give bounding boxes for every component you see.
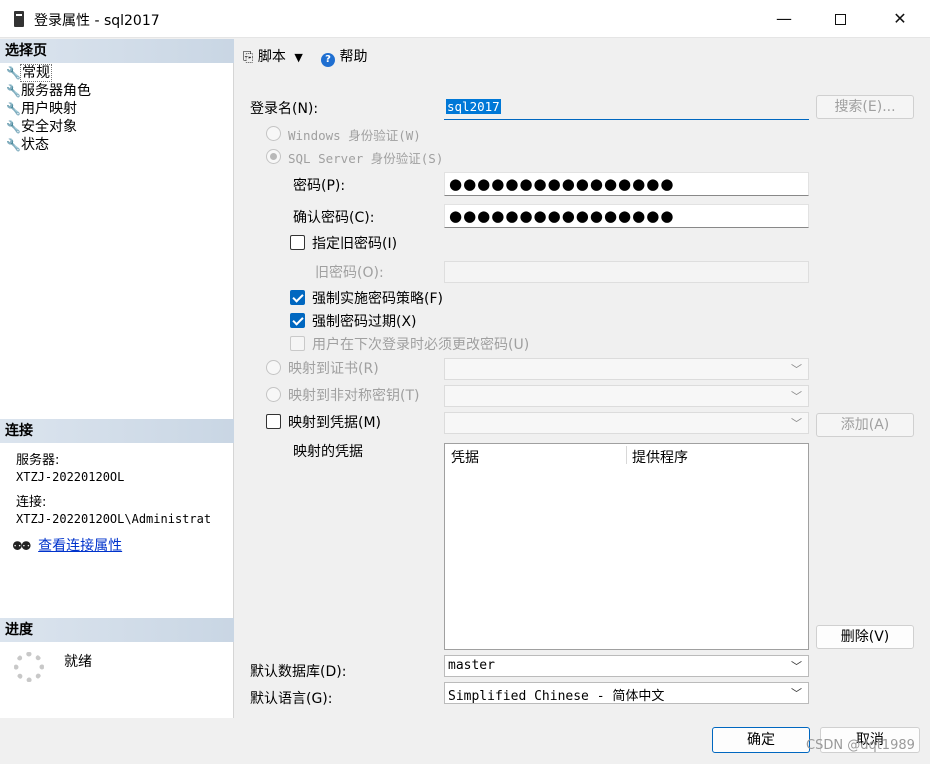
view-connection-row: ⚉⚉ 查看连接属性 bbox=[12, 535, 122, 555]
maximize-icon bbox=[834, 14, 846, 25]
map-asymmetric-key-radio[interactable] bbox=[266, 387, 281, 402]
pages-header: 选择页 bbox=[0, 39, 234, 63]
credential-combo[interactable]: ﹀ bbox=[444, 412, 809, 434]
map-credential-checkbox[interactable] bbox=[266, 414, 281, 429]
page-item-securables[interactable]: 🔧安全对象 bbox=[6, 118, 92, 136]
minimize-button[interactable]: — bbox=[754, 0, 814, 38]
must-change-checkbox[interactable] bbox=[290, 336, 305, 351]
map-asymmetric-key-label: 映射到非对称密钥(T) bbox=[288, 388, 420, 404]
progress-header: 进度 bbox=[0, 618, 234, 642]
default-language-value: Simplified Chinese - 简体中文 bbox=[448, 689, 665, 704]
chevron-down-icon: ﹀ bbox=[791, 660, 802, 673]
wrench-icon: 🔧 bbox=[6, 84, 21, 98]
dropdown-arrow-icon: ▼ bbox=[294, 51, 303, 64]
server-icon bbox=[14, 11, 24, 27]
maximize-button[interactable] bbox=[810, 0, 870, 38]
wrench-icon: 🔧 bbox=[6, 66, 21, 80]
login-name-label: 登录名(N): bbox=[250, 101, 319, 117]
default-language-combo[interactable]: Simplified Chinese - 简体中文 ﹀ bbox=[444, 682, 809, 704]
login-name-input[interactable]: sql2017 bbox=[444, 96, 809, 120]
delete-credential-button[interactable]: 删除(V) bbox=[816, 625, 914, 649]
column-credential[interactable]: 凭据 bbox=[451, 447, 479, 467]
chevron-down-icon: ﹀ bbox=[791, 390, 802, 403]
confirm-password-input[interactable]: ●●●●●●●●●●●●●●●● bbox=[444, 204, 809, 228]
certificate-combo[interactable]: ﹀ bbox=[444, 358, 809, 380]
windows-auth-label: Windows 身份验证(W) bbox=[288, 128, 421, 143]
connection-header: 连接 bbox=[0, 419, 234, 443]
watermark: CSDN @dqt1989 bbox=[806, 738, 915, 753]
old-password-input[interactable] bbox=[444, 261, 809, 283]
script-button[interactable]: ⎘ 脚本 ▼ bbox=[243, 46, 303, 66]
pages-list: 🔧常规 🔧服务器角色 🔧用户映射 🔧安全对象 🔧状态 bbox=[6, 64, 92, 154]
windows-auth-radio[interactable] bbox=[266, 126, 281, 141]
enforce-policy-checkbox[interactable] bbox=[290, 290, 305, 305]
sql-auth-label: SQL Server 身份验证(S) bbox=[288, 151, 444, 166]
password-input[interactable]: ●●●●●●●●●●●●●●●● bbox=[444, 172, 809, 196]
server-value: XTZJ-20220120OL bbox=[16, 470, 125, 484]
window-title: 登录属性 - sql2017 bbox=[34, 13, 160, 29]
left-panel: 选择页 🔧常规 🔧服务器角色 🔧用户映射 🔧安全对象 🔧状态 连接 服务器: X… bbox=[0, 39, 234, 718]
specify-old-password-label: 指定旧密码(I) bbox=[312, 236, 398, 252]
connection-value: XTZJ-20220120OL\Administrat bbox=[16, 512, 212, 526]
search-button[interactable]: 搜索(E)... bbox=[816, 95, 914, 119]
page-item-server-roles[interactable]: 🔧服务器角色 bbox=[6, 82, 92, 100]
mapped-credentials-label: 映射的凭据 bbox=[293, 444, 363, 460]
add-credential-button[interactable]: 添加(A) bbox=[816, 413, 914, 437]
default-database-combo[interactable]: master ﹀ bbox=[444, 655, 809, 677]
column-divider[interactable] bbox=[626, 446, 627, 464]
sql-auth-radio[interactable] bbox=[266, 149, 281, 164]
wrench-icon: 🔧 bbox=[6, 120, 21, 134]
progress-spinner-icon bbox=[14, 652, 44, 682]
close-button[interactable]: ✕ bbox=[870, 0, 930, 38]
script-icon: ⎘ bbox=[243, 50, 254, 65]
help-icon: ? bbox=[321, 53, 335, 67]
map-credential-label: 映射到凭据(M) bbox=[288, 415, 382, 431]
help-button[interactable]: ? 帮助 bbox=[321, 46, 367, 67]
connection-label: 连接: bbox=[16, 495, 47, 510]
view-connection-properties-link[interactable]: 查看连接属性 bbox=[38, 538, 122, 554]
enforce-expiration-label: 强制密码过期(X) bbox=[312, 314, 417, 330]
chevron-down-icon: ﹀ bbox=[791, 417, 802, 430]
page-item-user-mapping[interactable]: 🔧用户映射 bbox=[6, 100, 92, 118]
page-item-general[interactable]: 🔧常规 bbox=[6, 64, 92, 82]
asymmetric-key-combo[interactable]: ﹀ bbox=[444, 385, 809, 407]
column-provider[interactable]: 提供程序 bbox=[632, 447, 688, 467]
wrench-icon: 🔧 bbox=[6, 138, 21, 152]
progress-status: 就绪 bbox=[64, 654, 92, 670]
server-label: 服务器: bbox=[16, 453, 60, 468]
wrench-icon: 🔧 bbox=[6, 102, 21, 116]
map-certificate-radio[interactable] bbox=[266, 360, 281, 375]
ok-button[interactable]: 确定 bbox=[712, 727, 810, 753]
grid-header: 凭据 提供程序 bbox=[445, 444, 808, 466]
default-database-label: 默认数据库(D): bbox=[250, 664, 347, 680]
connection-info: 服务器: XTZJ-20220120OL 连接: XTZJ-20220120OL… bbox=[16, 453, 232, 527]
password-label: 密码(P): bbox=[293, 178, 346, 194]
general-page: 登录名(N): sql2017 搜索(E)... Windows 身份验证(W)… bbox=[235, 75, 930, 718]
title-bar: 登录属性 - sql2017 — ✕ bbox=[0, 0, 930, 38]
map-certificate-label: 映射到证书(R) bbox=[288, 361, 379, 377]
default-language-label: 默认语言(G): bbox=[250, 691, 333, 707]
chevron-down-icon: ﹀ bbox=[791, 687, 802, 700]
toolbar: ⎘ 脚本 ▼ ? 帮助 bbox=[235, 39, 930, 75]
password-mask: ●●●●●●●●●●●●●●●● bbox=[449, 175, 675, 193]
enforce-policy-label: 强制实施密码策略(F) bbox=[312, 291, 443, 307]
must-change-label: 用户在下次登录时必须更改密码(U) bbox=[312, 337, 530, 353]
enforce-expiration-checkbox[interactable] bbox=[290, 313, 305, 328]
chevron-down-icon: ﹀ bbox=[791, 363, 802, 376]
confirm-password-label: 确认密码(C): bbox=[293, 210, 375, 226]
people-icon: ⚉⚉ bbox=[12, 539, 32, 553]
confirm-password-mask: ●●●●●●●●●●●●●●●● bbox=[449, 207, 675, 225]
specify-old-password-checkbox[interactable] bbox=[290, 235, 305, 250]
page-item-status[interactable]: 🔧状态 bbox=[6, 136, 92, 154]
mapped-credentials-grid[interactable]: 凭据 提供程序 bbox=[444, 443, 809, 650]
default-database-value: master bbox=[448, 658, 495, 673]
old-password-label: 旧密码(O): bbox=[315, 265, 384, 281]
